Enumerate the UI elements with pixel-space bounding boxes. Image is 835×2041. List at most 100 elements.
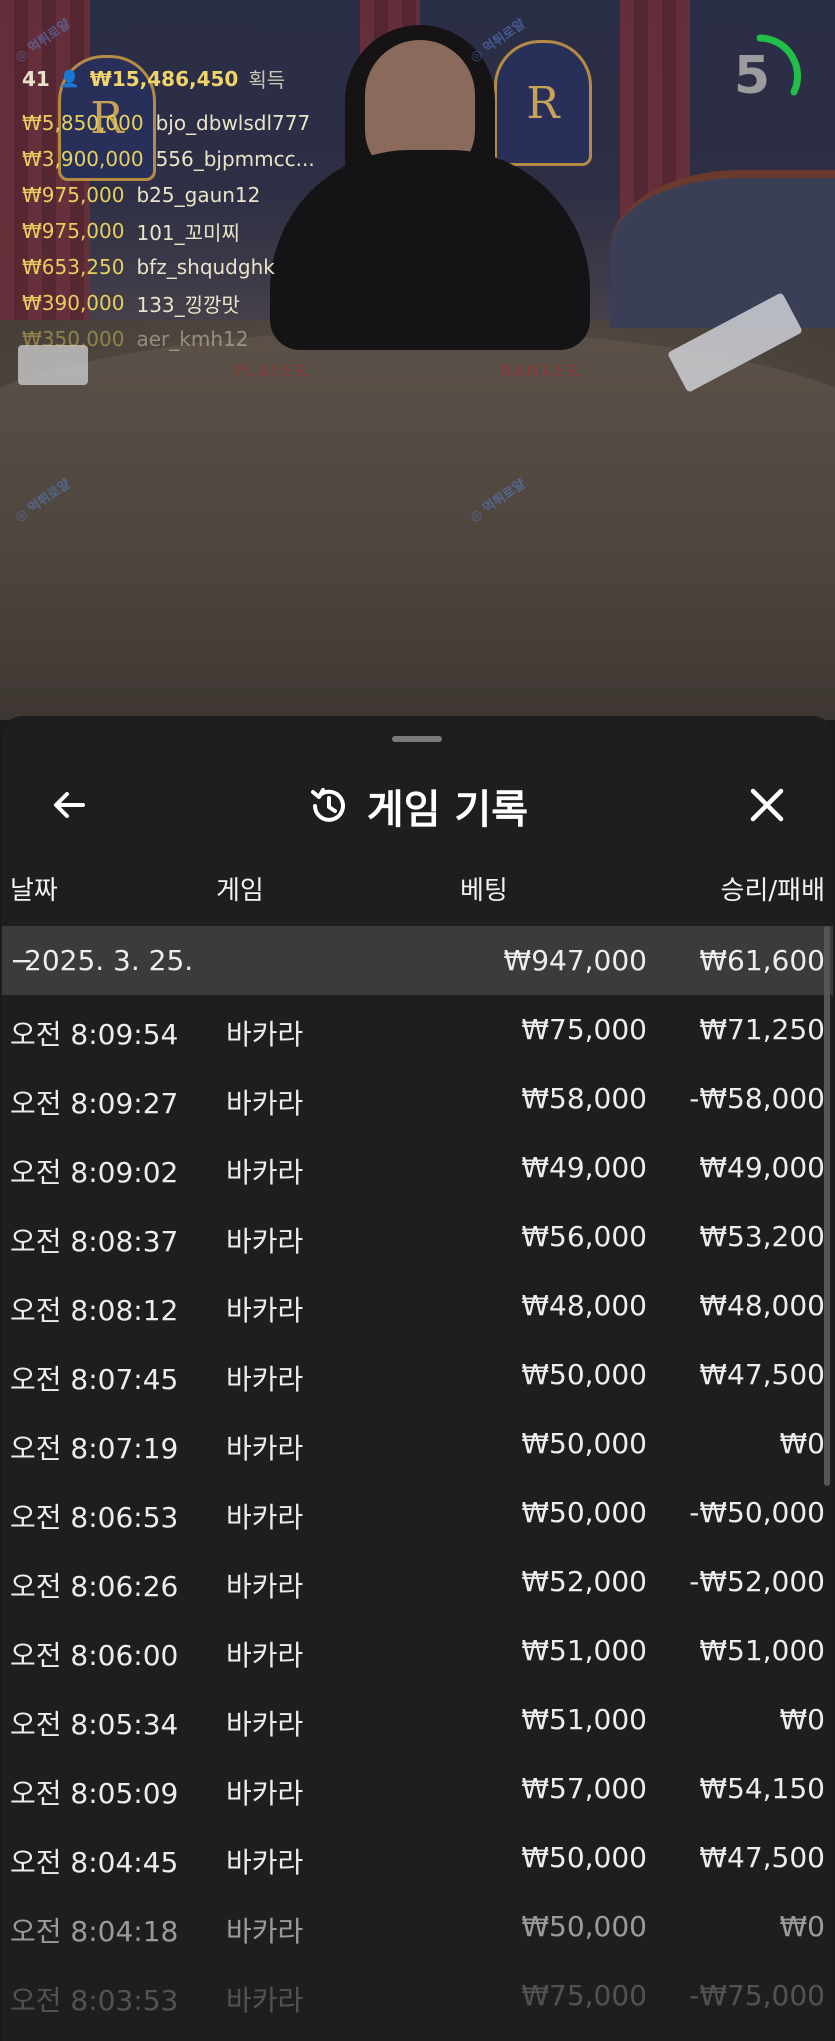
history-row[interactable]: 오전 8:07:19 바카라 ₩50,000 ₩0 (2, 1409, 833, 1478)
winners-label: 획득 (248, 68, 286, 92)
row-bet: ₩75,000 (521, 1979, 647, 2012)
winner-row: ₩3,900,000 556_bjpmmcc... (22, 141, 352, 177)
row-game: 바카라 (226, 1225, 304, 1258)
row-game: 바카라 (226, 1777, 304, 1810)
row-game: 바카라 (226, 1846, 304, 1879)
winner-name: bfz_shqudghk (136, 255, 275, 279)
sheet-header: 게임 기록 (2, 756, 833, 856)
row-time: 오전 8:05:09 (10, 1777, 179, 1810)
winner-row: ₩5,850,000 bjo_dbwlsdl777 (22, 105, 352, 141)
table-header: 날짜 게임 베팅 승리/패배 (2, 864, 833, 910)
row-bet: ₩57,000 (521, 1772, 647, 1805)
arrow-left-icon (54, 792, 85, 818)
close-icon (750, 788, 784, 822)
row-result: ₩49,000 (699, 1151, 825, 1184)
back-button[interactable] (44, 780, 94, 830)
winner-name: b25_gaun12 (136, 183, 261, 207)
history-row[interactable]: 오전 8:06:53 바카라 ₩50,000 -₩50,000 (2, 1478, 833, 1547)
history-row[interactable]: 오전 8:06:00 바카라 ₩51,000 ₩51,000 (2, 1616, 833, 1685)
row-result: ₩0 (779, 1703, 826, 1736)
row-result: -₩58,000 (689, 1082, 825, 1115)
winner-name: 556_bjpmmcc... (155, 147, 315, 171)
sheet-drag-handle[interactable] (392, 736, 442, 742)
winner-row: ₩975,000 b25_gaun12 (22, 177, 352, 213)
row-game: 바카라 (226, 1363, 304, 1396)
row-bet: ₩51,000 (521, 1703, 647, 1736)
date-group-row[interactable]: − 2025. 3. 25. ₩947,000 ₩61,600 (2, 926, 833, 995)
date-group-label: 2025. 3. 25. (24, 944, 194, 977)
row-time: 오전 8:05:34 (10, 1708, 179, 1741)
winner-amount: ₩5,850,000 (22, 111, 144, 135)
row-result: -₩75,000 (689, 1979, 825, 2012)
history-row[interactable]: 오전 8:08:37 바카라 ₩56,000 ₩53,200 (2, 1202, 833, 1271)
row-bet: ₩49,000 (521, 1151, 647, 1184)
row-time: 오전 8:08:12 (10, 1294, 179, 1327)
winner-row: ₩390,000 133_낑깡맛 (22, 285, 352, 321)
game-history-sheet: 게임 기록 날짜 게임 베팅 승리/패배 − 2025. 3. 25. ₩947… (2, 716, 833, 2041)
row-result: ₩0 (779, 1427, 826, 1460)
winner-name: aer_kmh12 (136, 327, 249, 351)
row-game: 바카라 (226, 1156, 304, 1189)
column-header-game: 게임 (216, 876, 264, 906)
row-time: 오전 8:04:45 (10, 1846, 179, 1879)
row-bet: ₩56,000 (521, 1220, 647, 1253)
winner-name: bjo_dbwlsdl777 (155, 111, 311, 135)
sheet-title: 게임 기록 (366, 787, 529, 833)
history-row[interactable]: 오전 8:05:34 바카라 ₩51,000 ₩0 (2, 1685, 833, 1754)
date-group-result-total: ₩61,600 (699, 944, 825, 977)
row-bet: ₩58,000 (521, 1082, 647, 1115)
winners-feed: 41 👤 ₩15,486,450 획득 ₩5,850,000 bjo_dbwlsd… (22, 64, 352, 357)
history-row[interactable]: 오전 8:09:02 바카라 ₩49,000 ₩49,000 (2, 1133, 833, 1202)
countdown-timer: 5 (716, 32, 804, 120)
player-area-label: PLAYER (234, 362, 309, 380)
history-row[interactable]: 오전 8:04:45 바카라 ₩50,000 ₩47,500 (2, 1823, 833, 1892)
row-result: ₩54,150 (699, 1772, 825, 1805)
row-time: 오전 8:09:02 (10, 1156, 179, 1189)
winners-summary: 41 👤 ₩15,486,450 획득 (22, 64, 352, 93)
timer-value: 5 (733, 46, 771, 106)
baccarat-table (0, 330, 835, 720)
row-game: 바카라 (226, 1087, 304, 1120)
row-game: 바카라 (226, 1984, 304, 2017)
history-row[interactable]: 오전 8:09:27 바카라 ₩58,000 -₩58,000 (2, 1064, 833, 1133)
history-row[interactable]: 오전 8:09:54 바카라 ₩75,000 ₩71,250 (2, 995, 833, 1064)
row-time: 오전 8:03:53 (10, 1984, 179, 2017)
row-result: ₩48,000 (699, 1289, 825, 1322)
winner-amount: ₩3,900,000 (22, 147, 144, 171)
history-row[interactable]: 오전 8:06:26 바카라 ₩52,000 -₩52,000 (2, 1547, 833, 1616)
history-row[interactable]: 오전 8:03:53 바카라 ₩75,000 -₩75,000 (2, 1961, 833, 2030)
live-video-stream: R R PLAYER BANKER ◎ 먹튀로얄 ◎ 먹튀로얄 ◎ 먹튀로얄 ◎… (0, 0, 835, 720)
winner-row: ₩350,000 aer_kmh12 (22, 321, 352, 357)
winner-row: ₩975,000 101_꼬미찌 (22, 213, 352, 249)
row-result: ₩47,500 (699, 1358, 825, 1391)
history-row[interactable]: 오전 8:08:12 바카라 ₩48,000 ₩48,000 (2, 1271, 833, 1340)
row-time: 오전 8:07:19 (10, 1432, 179, 1465)
row-game: 바카라 (226, 1570, 304, 1603)
column-header-bet: 베팅 (460, 876, 508, 906)
winners-count: 41 (22, 66, 50, 91)
close-button[interactable] (742, 780, 792, 830)
row-game: 바카라 (226, 1501, 304, 1534)
history-row[interactable]: 오전 8:04:18 바카라 ₩50,000 ₩0 (2, 1892, 833, 1961)
winner-amount: ₩653,250 (22, 255, 125, 279)
row-game: 바카라 (226, 1432, 304, 1465)
winner-name: 133_낑깡맛 (136, 292, 240, 317)
row-result: ₩71,250 (699, 1013, 825, 1046)
winner-amount: ₩390,000 (22, 291, 125, 315)
row-result: -₩50,000 (689, 1496, 825, 1529)
row-game: 바카라 (226, 1708, 304, 1741)
winner-amount: ₩975,000 (22, 219, 125, 243)
row-result: ₩53,200 (699, 1220, 825, 1253)
row-time: 오전 8:06:53 (10, 1501, 179, 1534)
user-icon: 👤 (59, 69, 80, 88)
scrollbar[interactable] (824, 926, 830, 1486)
row-bet: ₩51,000 (521, 1634, 647, 1667)
winner-name: 101_꼬미찌 (136, 220, 240, 245)
row-bet: ₩50,000 (521, 1910, 647, 1943)
row-bet: ₩50,000 (521, 1358, 647, 1391)
row-result: ₩47,500 (699, 1841, 825, 1874)
history-row[interactable]: 오전 8:05:09 바카라 ₩57,000 ₩54,150 (2, 1754, 833, 1823)
row-result: -₩52,000 (689, 1565, 825, 1598)
row-bet: ₩48,000 (521, 1289, 647, 1322)
history-row[interactable]: 오전 8:07:45 바카라 ₩50,000 ₩47,500 (2, 1340, 833, 1409)
